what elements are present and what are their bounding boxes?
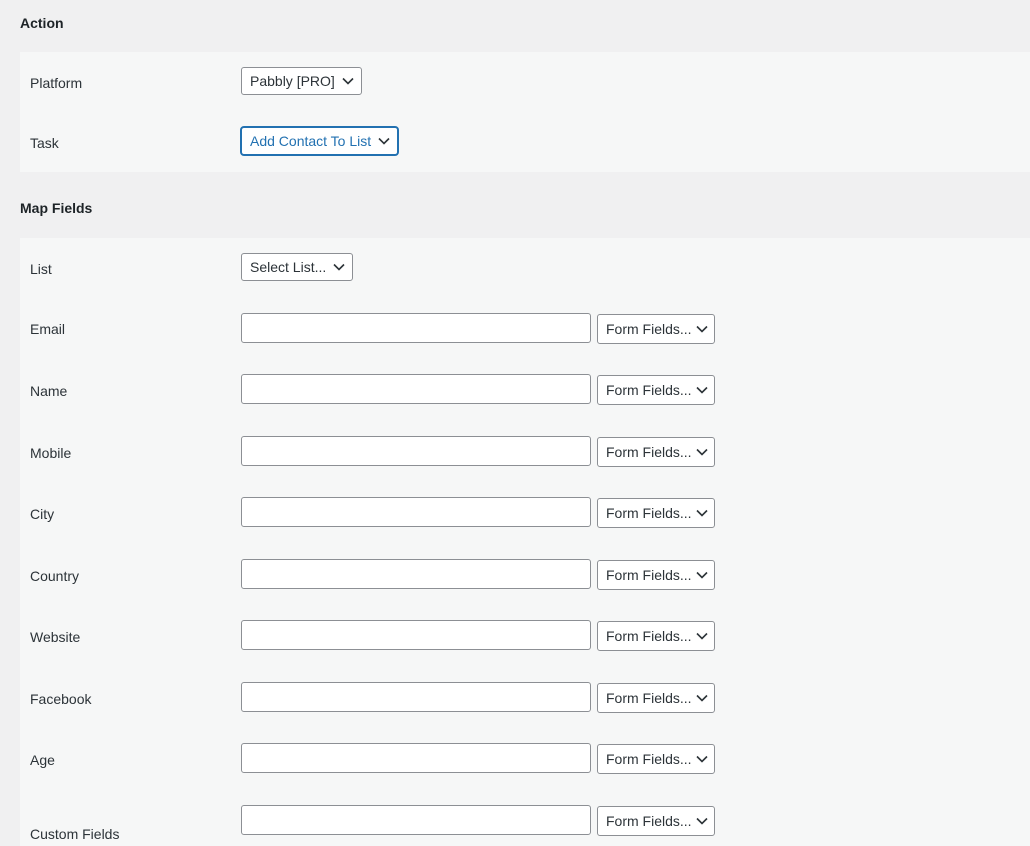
form-fields-select-value: Form Fields... [606, 382, 692, 398]
name-form-fields-select[interactable]: Form Fields... [597, 375, 715, 405]
field-row-website: Website Form Fields... [20, 620, 1030, 651]
field-row-city: City Form Fields... [20, 497, 1030, 528]
field-row-age: Age Form Fields... [20, 743, 1030, 774]
website-field-input[interactable] [241, 620, 591, 650]
task-select-value: Add Contact To List [250, 133, 372, 149]
platform-label: Platform [30, 75, 83, 91]
name-field-input[interactable] [241, 374, 591, 404]
chevron-down-icon [342, 77, 354, 85]
mobile-form-fields-select[interactable]: Form Fields... [597, 437, 715, 467]
field-label: City [30, 506, 55, 522]
field-label: Name [30, 383, 68, 399]
form-fields-select-value: Form Fields... [606, 321, 692, 337]
list-row: List Select List... [20, 253, 1030, 283]
map-fields-section-title: Map Fields [20, 200, 93, 216]
chevron-down-icon [696, 817, 708, 825]
form-fields-select-value: Form Fields... [606, 813, 692, 829]
field-label: Mobile [30, 445, 72, 461]
chevron-down-icon [696, 632, 708, 640]
task-label: Task [30, 135, 59, 151]
custom-fields-form-fields-select[interactable]: Form Fields... [597, 806, 715, 836]
chevron-down-icon [696, 571, 708, 579]
city-form-fields-select[interactable]: Form Fields... [597, 498, 715, 528]
form-fields-select-value: Form Fields... [606, 690, 692, 706]
chevron-down-icon [333, 263, 345, 271]
country-field-input[interactable] [241, 559, 591, 589]
action-panel: Platform Pabbly [PRO] Task Add Contact T… [20, 52, 1030, 172]
form-fields-select-value: Form Fields... [606, 505, 692, 521]
website-form-fields-select[interactable]: Form Fields... [597, 621, 715, 651]
form-fields-select-value: Form Fields... [606, 751, 692, 767]
country-form-fields-select[interactable]: Form Fields... [597, 560, 715, 590]
field-label: Facebook [30, 691, 92, 707]
field-row-mobile: Mobile Form Fields... [20, 436, 1030, 467]
field-row-facebook: Facebook Form Fields... [20, 682, 1030, 713]
field-label: Custom Fields [30, 826, 120, 842]
chevron-down-icon [696, 755, 708, 763]
platform-row: Platform Pabbly [PRO] [20, 67, 1030, 97]
email-field-input[interactable] [241, 313, 591, 343]
platform-select-value: Pabbly [PRO] [250, 73, 335, 89]
chevron-down-icon [378, 137, 390, 145]
city-field-input[interactable] [241, 497, 591, 527]
form-fields-select-value: Form Fields... [606, 444, 692, 460]
integration-settings-page: Action Platform Pabbly [PRO] Task Add Co… [0, 0, 1030, 846]
field-row-custom-fields: Custom Fields Form Fields... [20, 805, 1030, 842]
custom-fields-input[interactable] [241, 805, 591, 835]
form-fields-select-value: Form Fields... [606, 628, 692, 644]
chevron-down-icon [696, 694, 708, 702]
age-field-input[interactable] [241, 743, 591, 773]
field-label: Email [30, 321, 66, 337]
age-form-fields-select[interactable]: Form Fields... [597, 744, 715, 774]
field-row-country: Country Form Fields... [20, 559, 1030, 590]
facebook-form-fields-select[interactable]: Form Fields... [597, 683, 715, 713]
map-fields-panel: List Select List... Email Form Fields...… [20, 238, 1030, 846]
task-select[interactable]: Add Contact To List [241, 127, 399, 155]
field-label: Country [30, 568, 80, 584]
field-label: Website [30, 629, 81, 645]
facebook-field-input[interactable] [241, 682, 591, 712]
field-row-name: Name Form Fields... [20, 374, 1030, 405]
email-form-fields-select[interactable]: Form Fields... [597, 314, 715, 344]
form-fields-select-value: Form Fields... [606, 567, 692, 583]
chevron-down-icon [696, 509, 708, 517]
platform-select[interactable]: Pabbly [PRO] [241, 67, 362, 95]
list-select-value: Select List... [250, 259, 327, 275]
field-label: Age [30, 752, 55, 768]
field-row-email: Email Form Fields... [20, 313, 1030, 344]
chevron-down-icon [696, 448, 708, 456]
chevron-down-icon [696, 386, 708, 394]
task-row: Task Add Contact To List [20, 127, 1030, 157]
list-label: List [30, 261, 52, 277]
chevron-down-icon [696, 325, 708, 333]
mobile-field-input[interactable] [241, 436, 591, 466]
action-section-title: Action [20, 15, 64, 31]
list-select[interactable]: Select List... [241, 253, 354, 281]
